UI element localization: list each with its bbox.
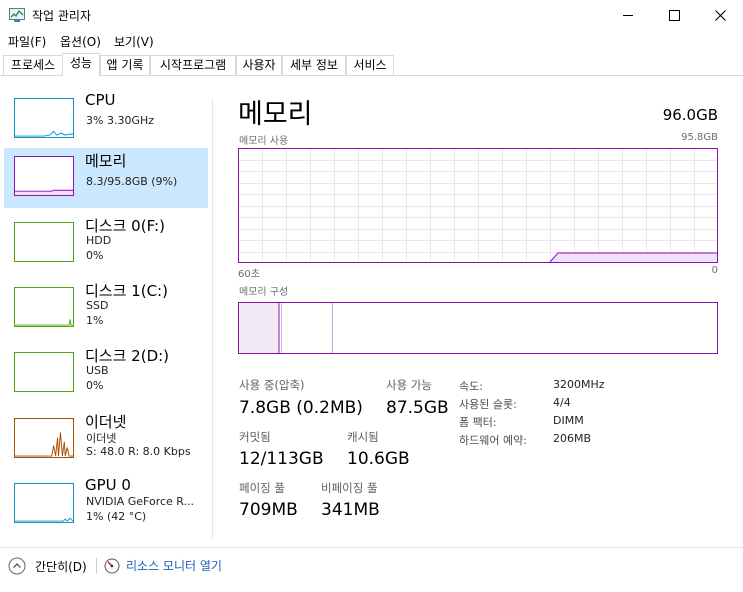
graph-axis-start: 60초 <box>238 269 260 280</box>
sidebar-item-disk-2[interactable]: 디스크 2(D:) USB 0% <box>4 344 208 406</box>
sidebar-item-ethernet[interactable]: 이더넷 이더넷 S: 48.0 R: 8.0 Kbps <box>4 410 208 472</box>
nonpaged-pool-label: 비페이징 풀 <box>321 481 378 495</box>
memory-usage-graph <box>238 148 718 263</box>
paged-pool-label: 페이징 풀 <box>239 481 285 495</box>
sidebar-item-model: NVIDIA GeForce R... <box>86 495 195 508</box>
fewer-details-button[interactable]: 간단히(D) <box>8 557 87 575</box>
slots-label: 사용된 슬롯: <box>459 398 517 411</box>
sidebar-item-usage: 0% <box>86 249 104 262</box>
menu-bar: 파일(F) 옵션(O) 보기(V) <box>0 31 743 51</box>
minimize-icon <box>623 14 633 16</box>
sidebar-item-name: 디스크 0(F:) <box>85 217 165 235</box>
disk-0-thumbnail <box>14 222 74 262</box>
speed-label: 속도: <box>459 380 483 393</box>
sidebar-item-detail: 3% 3.30GHz <box>86 114 155 127</box>
tab-services[interactable]: 서비스 <box>346 55 394 75</box>
sidebar-item-cpu[interactable]: CPU 3% 3.30GHz <box>4 90 208 152</box>
sidebar-item-name: GPU 0 <box>85 476 131 494</box>
tab-startup[interactable]: 시작프로그램 <box>150 55 236 75</box>
usage-graph-label: 메모리 사용 <box>239 136 289 147</box>
resource-monitor-label: 리소스 모니터 열기 <box>126 559 222 573</box>
sidebar-item-gpu[interactable]: GPU 0 NVIDIA GeForce R... 1% (42 °C) <box>4 475 208 537</box>
form-factor-value: DIMM <box>553 414 584 427</box>
resource-monitor-link[interactable]: 리소스 모니터 열기 <box>104 557 222 574</box>
usage-graph-max: 95.8GB <box>681 132 718 143</box>
disk-2-thumbnail <box>14 352 74 392</box>
menu-file[interactable]: 파일(F) <box>8 33 46 50</box>
window-title: 작업 관리자 <box>32 9 92 23</box>
sidebar-item-name: 메모리 <box>85 152 127 170</box>
in-use-label: 사용 중(압축) <box>239 378 305 392</box>
sidebar-item-type: HDD <box>86 234 112 247</box>
sidebar-item-usage: 1% (42 °C) <box>86 510 147 523</box>
bottom-separator <box>96 558 97 574</box>
sidebar-item-name: 디스크 2(D:) <box>85 347 170 365</box>
tab-processes[interactable]: 프로세스 <box>3 55 63 75</box>
task-manager-icon <box>9 8 25 22</box>
sidebar-item-detail: 8.3/95.8GB (9%) <box>86 175 178 188</box>
cached-value: 10.6GB <box>347 449 410 469</box>
sidebar-item-usage: 1% <box>86 314 104 327</box>
sidebar-item-type: SSD <box>86 299 109 312</box>
available-label: 사용 가능 <box>386 378 432 392</box>
tab-users[interactable]: 사용자 <box>236 55 282 75</box>
hardware-reserved-value: 206MB <box>553 432 592 445</box>
memory-thumbnail <box>14 156 74 196</box>
committed-label: 커밋됨 <box>239 430 271 444</box>
tab-performance[interactable]: 성능 <box>62 53 100 76</box>
form-factor-label: 폼 팩터: <box>459 416 497 429</box>
sidebar-item-disk-0[interactable]: 디스크 0(F:) HDD 0% <box>4 214 208 276</box>
cpu-thumbnail <box>14 98 74 138</box>
committed-value: 12/113GB <box>239 449 324 469</box>
chevron-up-icon <box>8 557 26 575</box>
sidebar-divider <box>212 98 213 538</box>
sidebar-item-disk-1[interactable]: 디스크 1(C:) SSD 1% <box>4 279 208 341</box>
menu-view[interactable]: 보기(V) <box>114 33 154 50</box>
resource-monitor-icon <box>104 558 120 573</box>
gpu-thumbnail <box>14 483 74 523</box>
in-use-segment <box>239 303 279 353</box>
maximize-button[interactable] <box>651 0 697 30</box>
maximize-icon <box>668 9 680 21</box>
graph-axis-end: 0 <box>711 265 718 276</box>
sidebar-item-name: 디스크 1(C:) <box>85 282 168 300</box>
hardware-reserved-label: 하드웨어 예약: <box>459 434 527 447</box>
sidebar-item-name: CPU <box>85 91 116 109</box>
bottom-bar: 간단히(D) 리소스 모니터 열기 <box>0 547 743 592</box>
ethernet-thumbnail <box>14 418 74 458</box>
sidebar-item-memory[interactable]: 메모리 8.3/95.8GB (9%) <box>4 148 208 208</box>
memory-composition-bar <box>238 302 718 354</box>
available-value: 87.5GB <box>386 398 449 418</box>
close-icon <box>714 9 726 21</box>
close-button[interactable] <box>697 0 743 30</box>
title-bar[interactable]: 작업 관리자 <box>0 0 743 31</box>
tab-bar: 프로세스 성능 앱 기록 시작프로그램 사용자 세부 정보 서비스 <box>0 53 743 76</box>
disk-1-thumbnail <box>14 287 74 327</box>
resource-sidebar: CPU 3% 3.30GHz 메모리 8.3/95.8GB (9%) 디스크 0… <box>0 76 212 541</box>
nonpaged-pool-value: 341MB <box>321 500 380 520</box>
paged-pool-value: 709MB <box>239 500 298 520</box>
in-use-value: 7.8GB (0.2MB) <box>239 398 363 418</box>
sidebar-item-name: 이더넷 <box>85 413 127 431</box>
minimize-button[interactable] <box>605 0 651 30</box>
memory-total: 96.0GB <box>662 106 718 124</box>
sidebar-item-type: USB <box>86 364 109 377</box>
speed-value: 3200MHz <box>553 378 605 391</box>
sidebar-item-adapter: 이더넷 <box>86 432 117 445</box>
slots-value: 4/4 <box>553 396 571 409</box>
tab-app-history[interactable]: 앱 기록 <box>100 55 150 75</box>
page-title: 메모리 <box>238 99 313 130</box>
composition-label: 메모리 구성 <box>239 287 289 298</box>
menu-options[interactable]: 옵션(O) <box>60 33 101 50</box>
fewer-details-label: 간단히(D) <box>35 559 87 574</box>
sidebar-item-throughput: S: 48.0 R: 8.0 Kbps <box>86 445 191 458</box>
tab-details[interactable]: 세부 정보 <box>282 55 346 75</box>
sidebar-item-usage: 0% <box>86 379 104 392</box>
cached-label: 캐시됨 <box>347 430 379 444</box>
